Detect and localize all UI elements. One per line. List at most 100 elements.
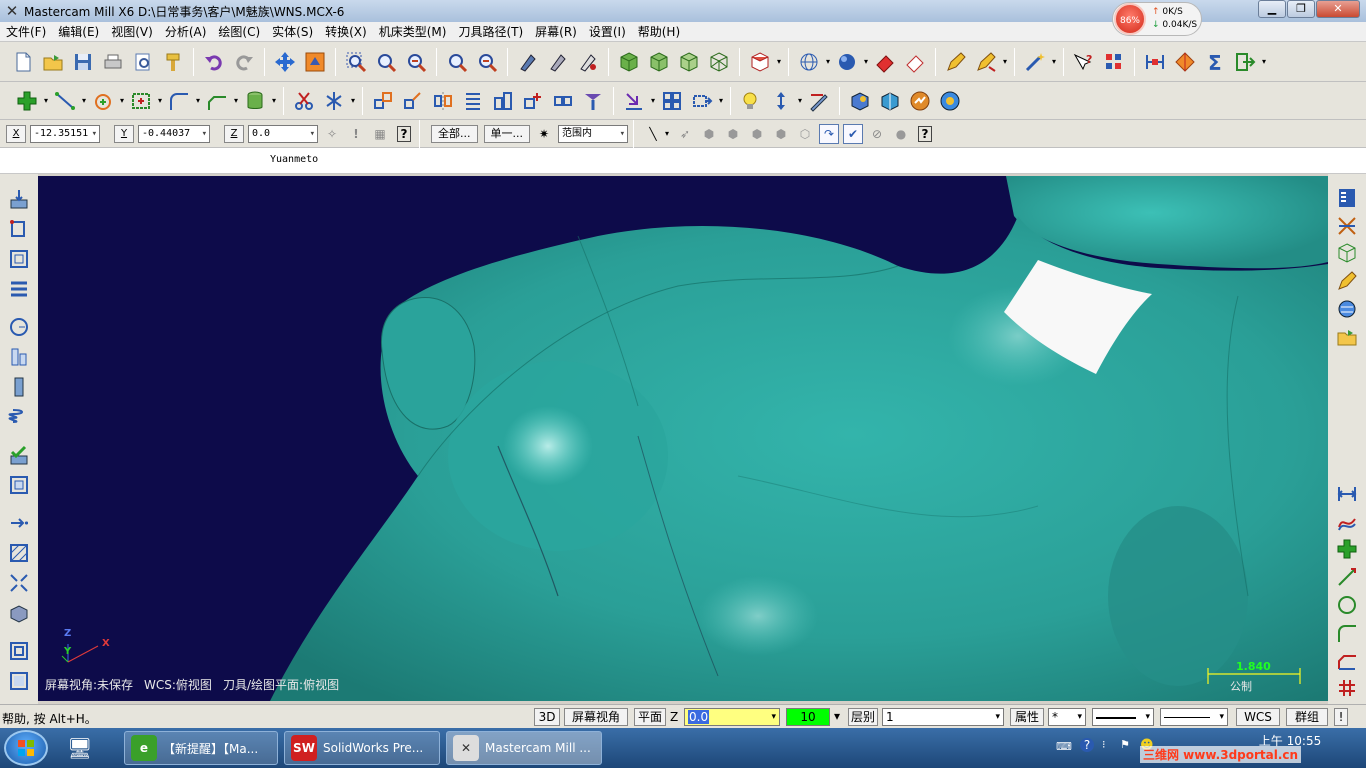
- zoom-window-button[interactable]: [342, 48, 370, 76]
- hidden-line-button[interactable]: [574, 48, 602, 76]
- circle-right-button[interactable]: [1334, 593, 1360, 617]
- graphics-viewport[interactable]: Z Y X 屏幕视角:未保存 WCS:俯视图 刀具/绘图平面:俯视图 1.840…: [38, 176, 1328, 701]
- task-browser[interactable]: e 【新提醒】【Ma...: [124, 731, 278, 765]
- y-axis-button[interactable]: Y: [114, 124, 134, 143]
- pan-button[interactable]: [271, 48, 299, 76]
- trim-dropdown-icon[interactable]: ▾: [349, 96, 357, 105]
- menu-screen[interactable]: 屏幕(R): [529, 22, 583, 42]
- toolpath-contour2-button[interactable]: [6, 668, 32, 694]
- xform-grid-button[interactable]: [658, 87, 686, 115]
- add-point-button[interactable]: [1334, 538, 1360, 562]
- minimize-button[interactable]: ▁: [1258, 0, 1286, 18]
- line-dropdown-icon[interactable]: ▾: [80, 96, 88, 105]
- wand-dropdown-icon[interactable]: ▾: [1050, 57, 1058, 66]
- xform-offset-button[interactable]: [519, 87, 547, 115]
- unzoom-80-button[interactable]: [473, 48, 501, 76]
- level-input[interactable]: 1 ▾: [882, 708, 1004, 726]
- teal-surface-model[interactable]: [38, 176, 1328, 701]
- view-cube-button[interactable]: [746, 48, 774, 76]
- menu-file[interactable]: 文件(F): [0, 22, 52, 42]
- selection-help-button[interactable]: ?: [915, 124, 935, 144]
- new-file-button[interactable]: [9, 48, 37, 76]
- pencil-dropdown-icon[interactable]: ▾: [1001, 57, 1009, 66]
- verify-button[interactable]: [876, 87, 904, 115]
- cube-iso-button[interactable]: [705, 48, 733, 76]
- edge-select-button[interactable]: ⬢: [771, 124, 791, 144]
- face-select-button[interactable]: ⬢: [723, 124, 743, 144]
- end-select-button[interactable]: ●: [891, 124, 911, 144]
- break-button[interactable]: [320, 87, 348, 115]
- solid-orange-button[interactable]: [1171, 48, 1199, 76]
- network-monitor-widget[interactable]: 86% ↑ 0K/S ↓ 0.04K/S: [1112, 2, 1202, 36]
- body-select-button[interactable]: ⬢: [747, 124, 767, 144]
- maximize-button[interactable]: ❐: [1287, 0, 1315, 18]
- verify-select-button[interactable]: ↷: [819, 123, 839, 144]
- fillet-right-button[interactable]: [1334, 621, 1360, 645]
- xform-mirror-button[interactable]: [429, 87, 457, 115]
- line-select-button[interactable]: ╲: [643, 124, 663, 144]
- trim-button[interactable]: [290, 87, 318, 115]
- selection-mode-button[interactable]: ✷: [534, 124, 554, 144]
- screen-view-button[interactable]: 屏幕视角: [564, 708, 628, 726]
- menu-toolpaths[interactable]: 刀具路径(T): [452, 22, 529, 42]
- toolpath-manager-button[interactable]: [846, 87, 874, 115]
- xform-project-button[interactable]: [579, 87, 607, 115]
- right-pencil-button[interactable]: [1334, 269, 1360, 293]
- drag-dropdown-icon[interactable]: ▾: [649, 96, 657, 105]
- menu-analyze[interactable]: 分析(A): [159, 22, 213, 42]
- line-width-dropdown[interactable]: ▾: [1160, 708, 1228, 726]
- blank-toggle-button[interactable]: [767, 87, 795, 115]
- color-input[interactable]: 10: [786, 708, 830, 726]
- menu-edit[interactable]: 编辑(E): [52, 22, 105, 42]
- exit-button[interactable]: [1231, 48, 1259, 76]
- cube-side-button[interactable]: [675, 48, 703, 76]
- rectangle-dropdown-icon[interactable]: ▾: [156, 96, 164, 105]
- redo-button[interactable]: [230, 48, 258, 76]
- line-right-button[interactable]: [1334, 565, 1360, 589]
- menu-machine-type[interactable]: 机床类型(M): [373, 22, 453, 42]
- light-dropdown-icon[interactable]: ▾: [796, 96, 804, 105]
- backplot-button[interactable]: [906, 87, 934, 115]
- chamfer-dropdown-icon[interactable]: ▾: [232, 96, 240, 105]
- show-desktop-pin[interactable]: 🖥: [60, 731, 116, 765]
- globe-dropdown-icon[interactable]: ▾: [824, 57, 832, 66]
- solid-dropdown-icon[interactable]: ▾: [270, 96, 278, 105]
- view-cube-dropdown-icon[interactable]: ▾: [775, 57, 783, 66]
- task-mastercam[interactable]: ✕ Mastercam Mill ...: [446, 731, 602, 765]
- toolpath-contour-button[interactable]: [6, 216, 32, 242]
- line-select-dropdown-icon[interactable]: ▾: [663, 129, 671, 138]
- globe-button[interactable]: [1334, 297, 1360, 321]
- create-circle-button[interactable]: [89, 87, 117, 115]
- close-button[interactable]: ✕: [1316, 0, 1360, 18]
- x-axis-button[interactable]: X: [6, 124, 26, 143]
- menu-settings[interactable]: 设置(I): [583, 22, 632, 42]
- back-face-button[interactable]: ⬡: [795, 124, 815, 144]
- zoom-out-button[interactable]: [402, 48, 430, 76]
- stretch-dropdown-icon[interactable]: ▾: [717, 96, 725, 105]
- toolpath-ok-button[interactable]: [6, 442, 32, 468]
- menu-xform[interactable]: 转换(X): [319, 22, 373, 42]
- toolbar-overflow-icon[interactable]: ▾: [1260, 57, 1268, 66]
- coord-help-button[interactable]: ?: [394, 124, 414, 144]
- fit-view-button[interactable]: [301, 48, 329, 76]
- create-line-button[interactable]: [51, 87, 79, 115]
- color-dropdown-button[interactable]: ▾: [830, 708, 844, 726]
- clear-select-button[interactable]: ⊘: [867, 124, 887, 144]
- menu-solids[interactable]: 实体(S): [266, 22, 319, 42]
- simulate-button[interactable]: [936, 87, 964, 115]
- xform-translate-button[interactable]: [369, 87, 397, 115]
- sphere-shaded-button[interactable]: [833, 48, 861, 76]
- check-select-button[interactable]: ✔: [843, 123, 863, 144]
- groups-button[interactable]: 群组: [1286, 708, 1328, 726]
- task-solidworks[interactable]: SW SolidWorks Pre...: [284, 731, 440, 765]
- tray-expand-icon[interactable]: ⁝: [1102, 738, 1106, 751]
- create-rectangle-button[interactable]: [127, 87, 155, 115]
- solid-select-button[interactable]: ⬢: [699, 124, 719, 144]
- point-style-dropdown[interactable]: * ▾: [1048, 708, 1086, 726]
- save-button[interactable]: [69, 48, 97, 76]
- plane-button[interactable]: 平面: [634, 708, 666, 726]
- xform-scale-button[interactable]: [489, 87, 517, 115]
- xform-array-button[interactable]: [549, 87, 577, 115]
- multi-pencil-button[interactable]: [972, 48, 1000, 76]
- arrow-select-button[interactable]: ➶: [675, 124, 695, 144]
